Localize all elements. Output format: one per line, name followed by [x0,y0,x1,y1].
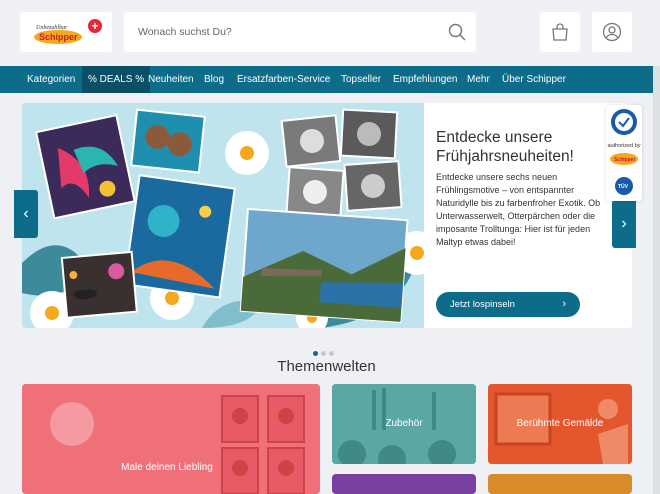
badge-auth-text: authorized by [607,143,641,149]
svg-text:TÜV: TÜV [618,183,629,190]
cart-button[interactable] [540,12,580,52]
nav-item-ersatzfarben[interactable]: Ersatzfarben-Service [237,66,330,93]
nav-item-topseller[interactable]: Topseller [341,66,381,93]
nav-item-empfehlungen[interactable]: Empfehlungen [393,66,458,93]
theme-tile-zubehoer[interactable]: Zubehör [332,384,476,464]
hero-cta-label: Jetzt lospinseln [450,299,515,310]
theme-tile-pet[interactable]: Male deinen Liebling [22,384,320,494]
schipper-logo-icon: Unbezahlbar Schipper [34,25,82,44]
theme-tile-label: Zubehör [385,418,423,429]
main-nav: Kategorien % DEALS % Neuheiten Blog Ersa… [0,66,653,93]
nav-item-neuheiten[interactable]: Neuheiten [148,66,194,93]
plus-badge-icon: + [88,19,102,33]
svg-text:Schipper: Schipper [39,32,78,42]
theme-tile-beruehmte-gemaelde[interactable]: Berühmte Gemälde [488,384,632,464]
theme-tile-partial[interactable] [488,474,632,494]
logo[interactable]: Unbezahlbar Schipper + [20,12,112,52]
slider-dot[interactable] [313,351,318,356]
section-title-themenwelten: Themenwelten [277,358,376,375]
slider-dot[interactable] [329,351,334,356]
shopping-bag-icon [552,23,568,41]
theme-tile-label: Berühmte Gemälde [516,418,604,429]
hero-description: Entdecke unsere sechs neuen Frühlingsmot… [436,172,601,248]
search-bar[interactable] [124,12,476,52]
theme-tile-label: Male deinen Liebling [121,462,213,473]
nav-item-blog[interactable]: Blog [204,66,224,93]
account-button[interactable] [592,12,632,52]
svg-text:Unbezahlbar: Unbezahlbar [36,25,68,31]
nav-item-deals[interactable]: % DEALS % [82,66,151,93]
scrollbar[interactable] [653,66,660,494]
nav-item-ueber-schipper[interactable]: Über Schipper [502,66,566,93]
theme-tile-partial[interactable] [332,474,476,494]
slider-prev-button[interactable]: ‹ [14,190,38,238]
slider-dot[interactable] [321,351,326,356]
hero-slider: Entdecke unsere Frühjahrsneuheiten! Entd… [22,103,632,328]
nav-item-kategorien[interactable]: Kategorien [27,66,75,93]
trust-badge[interactable]: Schipper TÜV authorized by [606,105,642,201]
nav-item-mehr[interactable]: Mehr [467,66,490,93]
search-icon[interactable] [448,23,466,41]
hero-title: Entdecke unsere Frühjahrsneuheiten! [436,129,574,165]
slider-next-button[interactable]: › [612,200,636,248]
user-icon [602,22,622,42]
chevron-right-icon: › [562,298,566,310]
hero-image[interactable] [22,103,424,328]
search-input[interactable] [138,12,428,52]
header: Unbezahlbar Schipper + [0,0,660,66]
hero-cta-button[interactable]: Jetzt lospinseln › [436,292,580,317]
svg-text:Schipper: Schipper [614,157,635,163]
shield-icon: Schipper TÜV [610,109,638,195]
pet-portrait-image [22,384,320,494]
